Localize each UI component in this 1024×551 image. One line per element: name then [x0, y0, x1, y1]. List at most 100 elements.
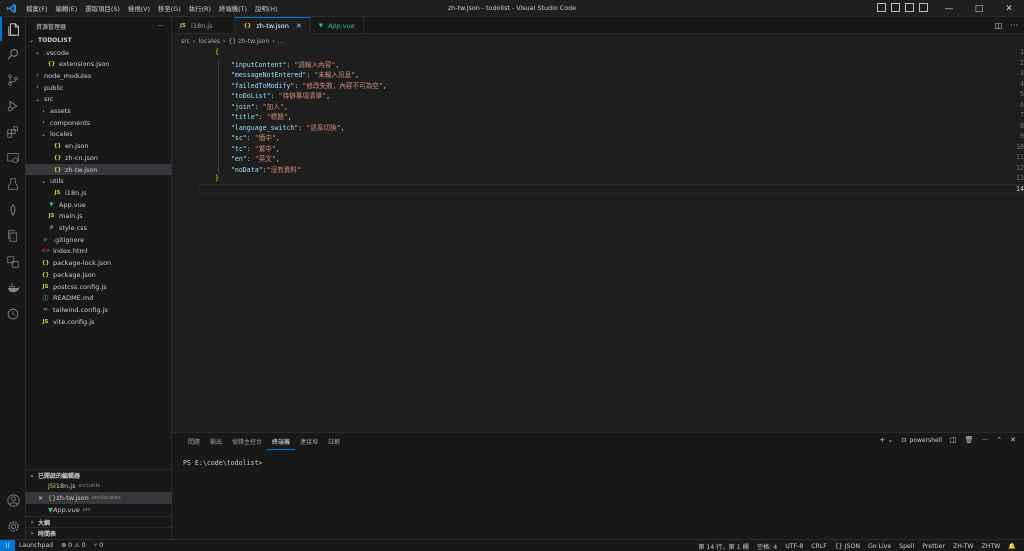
run-debug-icon[interactable] [0, 94, 26, 118]
folder-item[interactable]: ⌄ locales [26, 129, 172, 141]
status-right-item[interactable]: UTF-8 [781, 543, 807, 550]
status-right-item[interactable]: 第 14 行，第 1 欄 [694, 542, 753, 551]
tab-zh-tw-json[interactable]: {} zh-tw.json ✕ [235, 17, 311, 34]
new-terminal-icon[interactable]: + ⌄ [880, 436, 894, 444]
file-item[interactable]: ◆ .gitignore [26, 234, 172, 246]
folder-item[interactable]: › components [26, 117, 172, 129]
notification-bell-icon[interactable]: 🔔 [1004, 542, 1020, 550]
breadcrumb-item[interactable]: src [181, 38, 190, 45]
account-icon[interactable] [0, 488, 26, 512]
panel-tab[interactable]: 註解 [323, 433, 345, 450]
breadcrumb-item[interactable]: {} zh-tw.json [228, 38, 269, 45]
menu-item[interactable]: 執行(R) [185, 4, 215, 13]
menu-item[interactable]: 說明(H) [251, 4, 282, 13]
close-window-icon[interactable]: ✕ [994, 0, 1024, 17]
file-item[interactable]: <> index.html [26, 246, 172, 258]
customize-layout-icon[interactable] [919, 3, 928, 12]
explorer-icon[interactable] [0, 17, 26, 41]
breadcrumb-item[interactable]: locales [199, 38, 220, 45]
status-right-item[interactable]: {} JSON [831, 543, 864, 550]
status-right-item[interactable]: Spell [895, 543, 918, 550]
panel-tab[interactable]: 輸出 [205, 433, 227, 450]
panel-tab[interactable]: 連接埠 [295, 433, 323, 450]
timeline-clock-icon[interactable] [0, 302, 26, 326]
maximize-icon[interactable]: □ [964, 0, 994, 17]
workspace-root[interactable]: ⌄ TODOLIST [26, 35, 172, 47]
status-left-item[interactable]: ⊗ 0 ⚠ 0 [57, 542, 90, 549]
toggle-sidebar-icon[interactable] [877, 3, 886, 12]
timeline-header[interactable]: › 時間表 [26, 527, 172, 538]
folder-item[interactable]: › node_modules [26, 70, 172, 82]
menu-item[interactable]: 檔案(F) [22, 4, 51, 13]
mongodb-icon[interactable] [0, 198, 26, 222]
status-right-item[interactable]: ZHTW [977, 543, 1004, 550]
menu-item[interactable]: 編輯(E) [51, 4, 81, 13]
terminal-prompt[interactable]: PS E:\code\todolist> [183, 459, 262, 467]
file-item[interactable]: {} package.json [26, 269, 172, 281]
close-icon[interactable]: ✕ [38, 495, 48, 502]
toggle-panel-icon[interactable] [891, 3, 900, 12]
status-left-item[interactable]: Launchpad [15, 542, 57, 549]
more-actions-icon[interactable]: ··· [1010, 21, 1018, 30]
panel-tab[interactable]: 偵錯主控台 [227, 433, 267, 450]
file-item[interactable]: ⓘ README.md [26, 292, 172, 304]
copy-icon[interactable] [0, 224, 26, 248]
menu-item[interactable]: 檢視(V) [124, 4, 154, 13]
code-editor[interactable]: 1 {2 "inputContent": "請輸入內容", 3 "messageNo… [172, 47, 1024, 432]
file-item[interactable]: JS postcss.config.js [26, 281, 172, 293]
file-item[interactable]: JS i18n.js [26, 187, 172, 199]
menu-item[interactable]: 選取項目(S) [81, 4, 124, 13]
panel-tab[interactable]: 終端機 [267, 433, 296, 450]
folder-item[interactable]: ⌄ src [26, 94, 172, 106]
close-icon[interactable]: ✕ [296, 22, 302, 30]
folder-item[interactable]: › public [26, 82, 172, 94]
open-editor-item[interactable]: JS i18n.js src\utils [26, 480, 172, 492]
search-icon[interactable] [0, 42, 26, 66]
open-editor-item[interactable]: ▼ App.vue src [26, 504, 172, 516]
folder-item[interactable]: ⌄ utils [26, 175, 172, 187]
status-right-item[interactable]: ZH-TW [949, 543, 977, 550]
panel-tab[interactable]: 問題 [183, 433, 205, 450]
more-actions-icon[interactable]: ··· [157, 23, 163, 30]
status-right-item[interactable]: 空格: 4 [753, 542, 781, 551]
tab-app-vue[interactable]: ▼ App.vue [311, 17, 364, 34]
testing-icon[interactable] [0, 172, 26, 196]
file-item[interactable]: # style.css [26, 222, 172, 234]
file-item[interactable]: {} extensions.json [26, 58, 172, 70]
file-item[interactable]: {} zh-cn.json [26, 152, 172, 164]
file-item[interactable]: ≈ tailwind.config.js [26, 304, 172, 316]
close-panel-icon[interactable]: ✕ [1010, 436, 1016, 444]
folder-item[interactable]: ⌄ .vscode [26, 47, 172, 59]
file-item[interactable]: {} en.json [26, 140, 172, 152]
status-left-item[interactable]: ⑂ 0 [90, 542, 108, 549]
breadcrumb-item[interactable]: ... [278, 38, 284, 45]
file-item[interactable]: ▼ App.vue [26, 199, 172, 211]
extensions-icon[interactable] [0, 120, 26, 144]
file-item[interactable]: JS vite.config.js [26, 316, 172, 328]
remote-indicator-icon[interactable]: ⟩⟨ [0, 539, 15, 551]
translate-icon[interactable] [0, 250, 26, 274]
remote-explorer-icon[interactable] [0, 146, 26, 170]
open-editors-header[interactable]: ⌄ 已開啟的編輯器 [26, 469, 172, 480]
terminal-selector[interactable]: ⊡ powershell [902, 437, 943, 444]
docker-icon[interactable] [0, 276, 26, 300]
more-actions-icon[interactable]: ··· [982, 436, 989, 444]
menu-item[interactable]: 終端機(T) [215, 4, 251, 13]
status-right-item[interactable]: CRLF [807, 543, 831, 550]
tab-i18n-js[interactable]: JS i18n.js [172, 17, 236, 34]
file-item[interactable]: {} package-lock.json [26, 257, 172, 269]
outline-header[interactable]: › 大綱 [26, 516, 172, 527]
file-item[interactable]: {} zh-tw.json [26, 163, 172, 176]
menu-item[interactable]: 移至(G) [154, 4, 185, 13]
toggle-secondary-sidebar-icon[interactable] [905, 3, 914, 12]
chevron-up-icon[interactable]: ⌃ [996, 436, 1002, 444]
status-right-item[interactable]: Prettier [918, 543, 949, 550]
file-item[interactable]: JS main.js [26, 211, 172, 223]
trash-icon[interactable]: 🗑 [965, 436, 974, 444]
minimize-icon[interactable]: — [934, 0, 964, 17]
folder-item[interactable]: › assets [26, 105, 172, 117]
status-right-item[interactable]: Go Live [864, 543, 895, 550]
settings-gear-icon[interactable] [0, 514, 26, 538]
source-control-icon[interactable] [0, 68, 26, 92]
split-editor-icon[interactable]: ◫ [995, 21, 1003, 30]
